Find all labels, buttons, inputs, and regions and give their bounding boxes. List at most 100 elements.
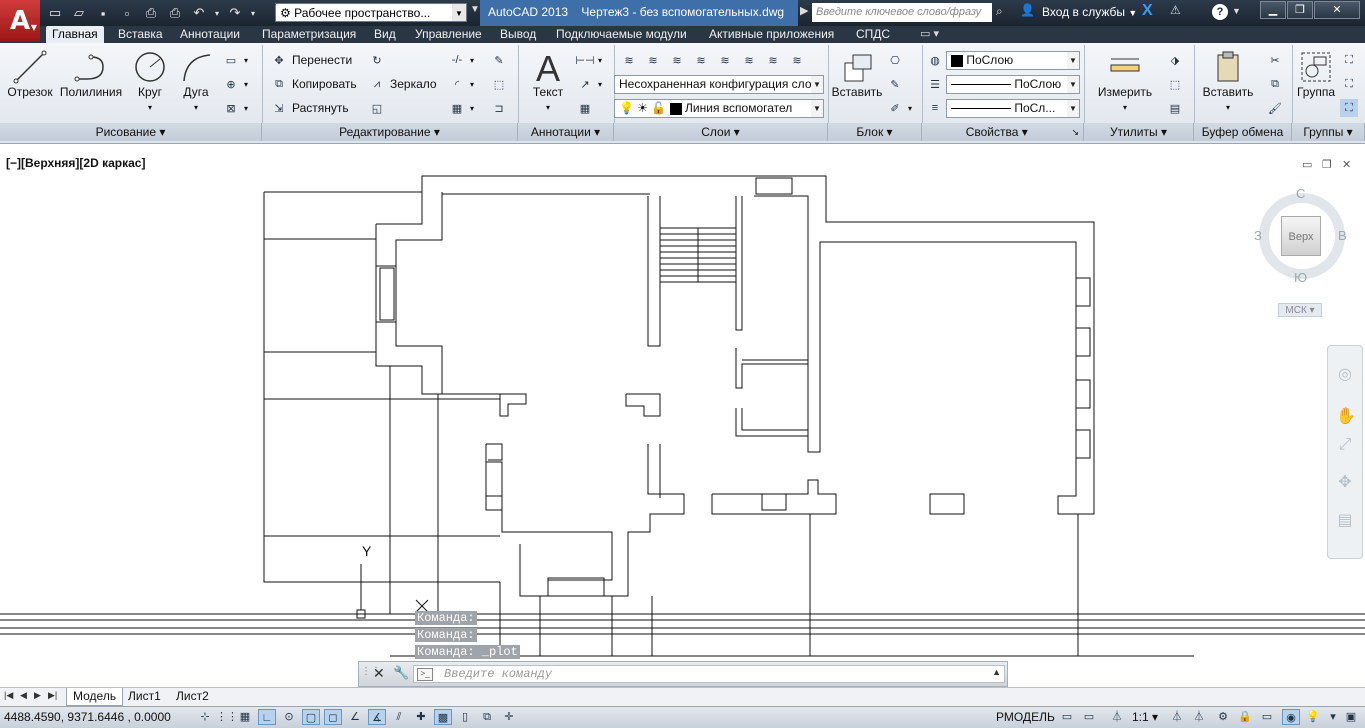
sc-icon[interactable]: ⧉ xyxy=(478,709,496,725)
layer-dropdown[interactable]: 💡 ☀ 🔓 Линия вспомогател ▼ xyxy=(614,99,824,118)
edit-block-button[interactable]: ✎ xyxy=(886,75,904,93)
lightbulb-icon[interactable]: 💡 xyxy=(1304,709,1322,725)
ribbon-options-icon[interactable]: ▭ ▾ xyxy=(920,27,939,40)
viewcube-top-face[interactable]: Верх xyxy=(1281,216,1321,256)
dyn-icon[interactable]: ⫽ xyxy=(390,709,408,725)
binoculars-icon[interactable]: ⌕ xyxy=(996,4,1003,19)
sign-in-link[interactable]: Вход в службы ▼ xyxy=(1042,5,1137,19)
draw-panel-title[interactable]: Рисование ▾ xyxy=(0,123,262,141)
linetype-dropdown[interactable]: ПоСлою ▼ xyxy=(946,75,1080,94)
status-menu-icon[interactable]: ▾ xyxy=(1324,709,1342,725)
group-select-button[interactable]: ⛶ xyxy=(1340,99,1358,117)
trim-button[interactable]: -/- ▾ xyxy=(448,51,474,69)
clean-screen-icon[interactable]: ▣ xyxy=(1342,709,1360,725)
publish-icon[interactable]: ⎙ xyxy=(140,3,162,23)
layer-state-dropdown[interactable]: Несохраненная конфигурация сло ▼ xyxy=(614,75,824,94)
rectangle-button[interactable]: ▭ ▾ xyxy=(222,51,248,69)
title-expand-icon[interactable]: ▶ xyxy=(800,4,808,17)
coordinates-display[interactable]: 4488.4590, 9371.6446 , 0.0000 xyxy=(4,710,171,724)
block-panel-title[interactable]: Блок ▾ xyxy=(828,123,922,141)
zoom-extents-icon[interactable]: ⤢ xyxy=(1336,436,1354,454)
layer-properties-icon[interactable]: ≋ xyxy=(620,51,638,69)
wcs-menu[interactable]: МСК ▾ xyxy=(1278,303,1322,317)
ungroup-button[interactable]: ⛶ xyxy=(1340,51,1358,69)
autoscale-icon[interactable]: ⏃ xyxy=(1190,709,1208,725)
annotation-scale[interactable]: 1:1 ▾ xyxy=(1132,710,1158,724)
isolate-objects-icon[interactable]: ◉ xyxy=(1282,709,1300,725)
save-as-icon[interactable]: ▫ xyxy=(116,3,138,23)
offset-button[interactable]: ⊐ xyxy=(490,99,508,117)
tab-manage[interactable]: Управление xyxy=(409,26,488,43)
osnap-icon[interactable]: ▢ xyxy=(302,709,320,725)
model-space-toggle[interactable]: РМОДЕЛЬ xyxy=(996,710,1055,724)
connect-icon[interactable]: ⚠ xyxy=(1170,3,1181,17)
move-button[interactable]: ✥ Перенести xyxy=(270,51,352,69)
quick-view-layouts-icon[interactable]: ▭ xyxy=(1058,709,1076,725)
explode-button[interactable]: ⬚ xyxy=(490,75,508,93)
grid-icon[interactable]: ▦ xyxy=(236,709,254,725)
tab-plugins[interactable]: Подключаемые модули xyxy=(550,26,693,43)
lock-ui-icon[interactable]: 🔒 xyxy=(1236,709,1254,725)
new-file-icon[interactable]: ▭ xyxy=(44,3,66,23)
layers-panel-title[interactable]: Слои ▾ xyxy=(614,123,828,141)
layer-isolate-icon[interactable]: ≋ xyxy=(668,51,686,69)
copy-button[interactable]: ⧉ Копировать xyxy=(270,75,357,93)
color-dropdown[interactable]: ПоСлою ▼ xyxy=(946,51,1080,70)
3d-osnap-icon[interactable]: ◻ xyxy=(324,709,342,725)
table-button[interactable]: ▦ xyxy=(576,99,594,117)
next-tab-icon[interactable]: ▶ xyxy=(34,690,41,701)
hardware-accel-icon[interactable]: ▭ xyxy=(1258,709,1276,725)
open-file-icon[interactable]: ▱ xyxy=(68,3,90,23)
workspace-dropdown[interactable]: ⚙ Рабочее пространство... ▼ xyxy=(275,3,467,22)
ducs-icon[interactable]: ∡ xyxy=(368,709,386,725)
wrench-icon[interactable]: 🔧 xyxy=(393,665,409,681)
tab-output[interactable]: Вывод xyxy=(494,26,542,43)
close-button[interactable]: ✕ xyxy=(1314,1,1360,19)
create-block-button[interactable]: ⎔ xyxy=(886,51,904,69)
exchange-icon[interactable]: X xyxy=(1142,2,1153,20)
viewcube-south[interactable]: Ю xyxy=(1294,270,1307,285)
first-tab-icon[interactable]: |◀ xyxy=(4,690,13,701)
pan-icon[interactable]: ✋ xyxy=(1336,408,1356,426)
hatch-button[interactable]: ⊕ ▾ xyxy=(222,75,248,93)
match-prop-button[interactable]: 🖌 xyxy=(1266,99,1284,117)
insert-block-button[interactable]: Вставить xyxy=(830,49,884,99)
utilities-panel-title[interactable]: Утилиты ▾ xyxy=(1084,123,1194,141)
stretch-button[interactable]: ⇲ Растянуть xyxy=(270,99,348,117)
fillet-button[interactable]: ◜ ▾ xyxy=(448,75,474,93)
layer-freeze-icon[interactable]: ≋ xyxy=(692,51,710,69)
undo-dropdown-icon[interactable]: ▾ xyxy=(212,3,222,23)
tab-model[interactable]: Модель xyxy=(66,688,124,706)
cut-button[interactable]: ✂ xyxy=(1266,51,1284,69)
measure-button[interactable]: Измерить ▾ xyxy=(1092,49,1158,113)
groups-panel-title[interactable]: Группы ▾ xyxy=(1292,123,1365,141)
circle-button[interactable]: Круг ▾ xyxy=(128,49,172,113)
redo-dropdown-icon[interactable]: ▾ xyxy=(248,3,258,23)
drawing-area[interactable]: [−][Верхняя][2D каркас] ▭ ❐ ✕ Y Команда:… xyxy=(0,150,1365,686)
tab-home[interactable]: Главная xyxy=(46,26,104,43)
user-icon[interactable]: 👤 xyxy=(1020,3,1035,17)
edit-attribute-button[interactable]: ✐ ▾ xyxy=(886,99,912,117)
quick-select-button[interactable]: ⬗ xyxy=(1166,51,1184,69)
otrack-icon[interactable]: ∠ xyxy=(346,709,364,725)
tab-apps[interactable]: Активные приложения xyxy=(703,26,840,43)
tab-insert[interactable]: Вставка xyxy=(112,26,169,43)
select-all-button[interactable]: ⬚ xyxy=(1166,75,1184,93)
orbit-icon[interactable]: ✥ xyxy=(1336,474,1354,492)
command-input[interactable]: Введите команду xyxy=(413,665,1005,683)
tab-spds[interactable]: СПДС xyxy=(850,26,896,43)
clipboard-panel-title[interactable]: Буфер обмена xyxy=(1194,123,1292,141)
tpy-icon[interactable]: ▩ xyxy=(434,709,452,725)
help-icon[interactable]: ? xyxy=(1212,4,1228,20)
am-icon[interactable]: ✛ xyxy=(500,709,518,725)
properties-panel-title[interactable]: Свойства ▾ ↘ xyxy=(922,123,1084,141)
polyline-button[interactable]: Полилиния xyxy=(58,49,124,99)
mirror-button[interactable]: ⩘ Зеркало xyxy=(368,75,437,93)
infer-constraints-icon[interactable]: ⊹ xyxy=(196,709,214,725)
scale-button[interactable]: ◱ xyxy=(368,99,386,117)
workspace-switch-icon[interactable]: ⚙ xyxy=(1214,709,1232,725)
layer-lock-icon[interactable]: ≋ xyxy=(740,51,758,69)
tab-parametric[interactable]: Параметризация xyxy=(256,26,362,43)
minimize-button[interactable]: ▁ xyxy=(1260,1,1286,19)
calculator-button[interactable]: ▤ xyxy=(1166,99,1184,117)
